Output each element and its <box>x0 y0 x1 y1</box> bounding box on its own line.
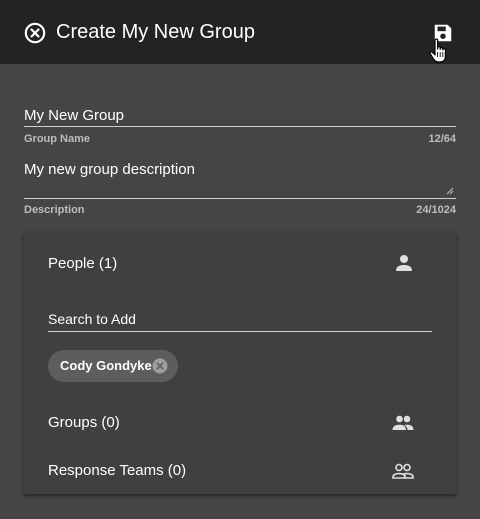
group-name-input[interactable] <box>24 104 456 126</box>
search-field <box>48 308 432 334</box>
member-chip: Cody Gondyke <box>48 350 178 382</box>
description-input[interactable]: My new group description <box>24 161 456 197</box>
group-name-label: Group Name <box>24 133 91 145</box>
search-underline <box>48 331 432 332</box>
floppy-disk-icon <box>434 24 452 42</box>
close-circle-icon <box>24 22 46 44</box>
people-section-header[interactable]: People (1) <box>24 232 456 292</box>
page-title: Create My New Group <box>56 21 255 43</box>
groups-section-header[interactable]: Groups (0) <box>24 400 456 444</box>
close-button[interactable] <box>24 22 46 44</box>
description-counter: 24/1024 <box>416 204 456 216</box>
resize-handle-icon[interactable] <box>446 187 454 195</box>
app-header: Create My New Group <box>0 0 480 64</box>
groups-section-label: Groups (0) <box>48 414 120 431</box>
people-section-label: People (1) <box>48 255 118 272</box>
group-name-counter: 12/64 <box>428 133 456 145</box>
people-icon <box>392 415 414 430</box>
remove-circle-icon[interactable] <box>152 358 168 374</box>
description-label: Description <box>24 204 85 216</box>
response-teams-section-header[interactable]: Response Teams (0) <box>24 450 456 494</box>
search-to-add-input[interactable] <box>48 308 432 330</box>
members-card: People (1) Cody Gondyke Groups (0) Respo… <box>24 232 456 494</box>
save-button[interactable] <box>432 22 454 44</box>
member-chip-label: Cody Gondyke <box>60 358 152 373</box>
people-outline-icon <box>392 463 414 479</box>
response-teams-section-label: Response Teams (0) <box>48 462 187 479</box>
description-underline <box>24 198 456 199</box>
group-name-underline <box>24 126 456 127</box>
person-icon <box>396 255 412 271</box>
